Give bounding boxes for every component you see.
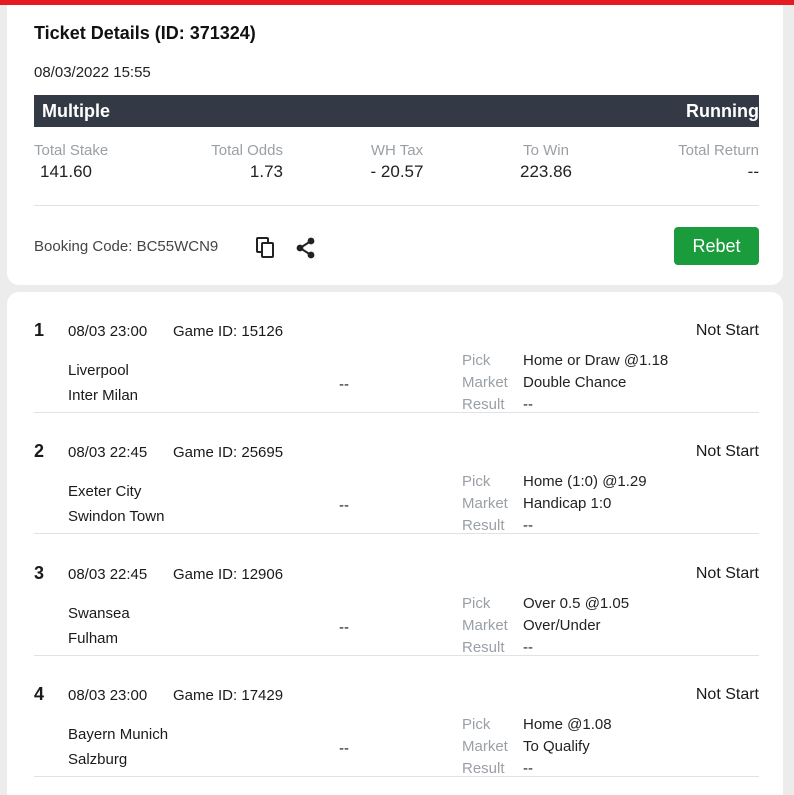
game-time: 08/03 23:00	[68, 687, 148, 704]
game-row[interactable]: 2 08/03 22:45 Game ID: 25695 Not Start E…	[7, 413, 783, 534]
booking-code: Booking Code: BC55WCN9	[34, 238, 219, 255]
result-value: --	[523, 517, 533, 534]
pick-label: Pick	[462, 473, 491, 490]
ticket-summary-card: Ticket Details (ID: 371324) 08/03/2022 1…	[7, 5, 783, 285]
result-value: --	[523, 760, 533, 777]
summary-value: - 20.57	[370, 162, 424, 181]
game-time: 08/03 22:45	[68, 444, 148, 461]
market-label: Market	[462, 738, 508, 755]
home-team: Swansea	[68, 605, 130, 622]
ticket-datetime: 08/03/2022 15:55	[34, 64, 151, 81]
market-label: Market	[462, 617, 508, 634]
away-team: Salzburg	[68, 751, 128, 768]
game-id: Game ID: 12906	[173, 566, 284, 583]
game-status: Not Start	[695, 322, 759, 339]
pick-label: Pick	[462, 595, 491, 612]
game-score: --	[339, 497, 349, 514]
game-row[interactable]: 1 08/03 23:00 Game ID: 15126 Not Start L…	[7, 292, 783, 413]
game-status: Not Start	[695, 686, 759, 703]
summary-value: 141.60	[40, 162, 92, 181]
page-title: Ticket Details (ID: 371324)	[34, 23, 256, 43]
ticket-type-bar: Multiple Running	[34, 95, 759, 127]
pick-value: Home (1:0) @1.29	[523, 473, 647, 490]
game-score: --	[339, 740, 349, 757]
summary-label: Total Odds	[211, 142, 283, 159]
pick-value: Home @1.08	[523, 716, 612, 733]
result-label: Result	[462, 396, 505, 413]
market-label: Market	[462, 374, 508, 391]
summary-to-win: To Win 223.86	[501, 142, 591, 182]
game-id: Game ID: 17429	[173, 687, 284, 704]
market-label: Market	[462, 495, 508, 512]
result-value: --	[523, 396, 533, 413]
home-team: Exeter City	[68, 483, 142, 500]
game-row[interactable]: 3 08/03 22:45 Game ID: 12906 Not Start S…	[7, 535, 783, 656]
summary-total-odds: Total Odds 1.73	[183, 142, 283, 182]
away-team: Fulham	[68, 630, 119, 647]
summary-wh-tax: WH Tax - 20.57	[347, 142, 447, 182]
ticket-status: Running	[686, 101, 759, 121]
pick-label: Pick	[462, 716, 491, 733]
summary-value: 223.86	[520, 162, 572, 181]
summary-label: Total Return	[678, 142, 759, 159]
summary-label: Total Stake	[34, 142, 109, 159]
game-id: Game ID: 25695	[173, 444, 284, 461]
copy-icon[interactable]	[255, 236, 277, 260]
game-status: Not Start	[695, 565, 759, 582]
summary-total-stake: Total Stake 141.60	[34, 142, 124, 182]
game-row[interactable]: 4 08/03 23:00 Game ID: 17429 Not Start B…	[7, 656, 783, 777]
game-status: Not Start	[695, 443, 759, 460]
summary-divider	[34, 205, 759, 206]
summary-label: WH Tax	[370, 142, 424, 159]
away-team: Inter Milan	[68, 387, 139, 404]
result-value: --	[523, 639, 533, 656]
summary-total-return: Total Return --	[649, 142, 759, 182]
game-time: 08/03 22:45	[68, 566, 148, 583]
market-value: To Qualify	[523, 738, 590, 755]
row-divider	[34, 776, 759, 777]
game-index: 3	[34, 563, 45, 583]
pick-label: Pick	[462, 352, 491, 369]
market-value: Handicap 1:0	[523, 495, 612, 512]
pick-value: Over 0.5 @1.05	[523, 595, 630, 612]
game-score: --	[339, 619, 349, 636]
rebet-button[interactable]: Rebet	[674, 227, 759, 265]
result-label: Result	[462, 760, 505, 777]
game-list: 1 08/03 23:00 Game ID: 15126 Not Start L…	[7, 292, 783, 795]
game-index: 4	[34, 684, 45, 704]
result-label: Result	[462, 639, 505, 656]
share-icon[interactable]	[295, 236, 317, 260]
home-team: Liverpool	[68, 362, 129, 379]
game-id: Game ID: 15126	[173, 323, 284, 340]
summary-value: --	[747, 162, 759, 181]
summary-label: To Win	[523, 142, 569, 159]
market-value: Over/Under	[523, 617, 601, 634]
home-team: Bayern Munich	[68, 726, 169, 743]
pick-value: Home or Draw @1.18	[523, 352, 669, 369]
result-label: Result	[462, 517, 505, 534]
market-value: Double Chance	[523, 374, 627, 391]
row-divider	[34, 533, 759, 534]
game-index: 2	[34, 441, 45, 461]
summary-value: 1.73	[249, 162, 283, 181]
away-team: Swindon Town	[68, 508, 165, 525]
ticket-type: Multiple	[42, 101, 110, 121]
game-time: 08/03 23:00	[68, 323, 148, 340]
game-index: 1	[34, 320, 45, 340]
game-score: --	[339, 376, 349, 393]
